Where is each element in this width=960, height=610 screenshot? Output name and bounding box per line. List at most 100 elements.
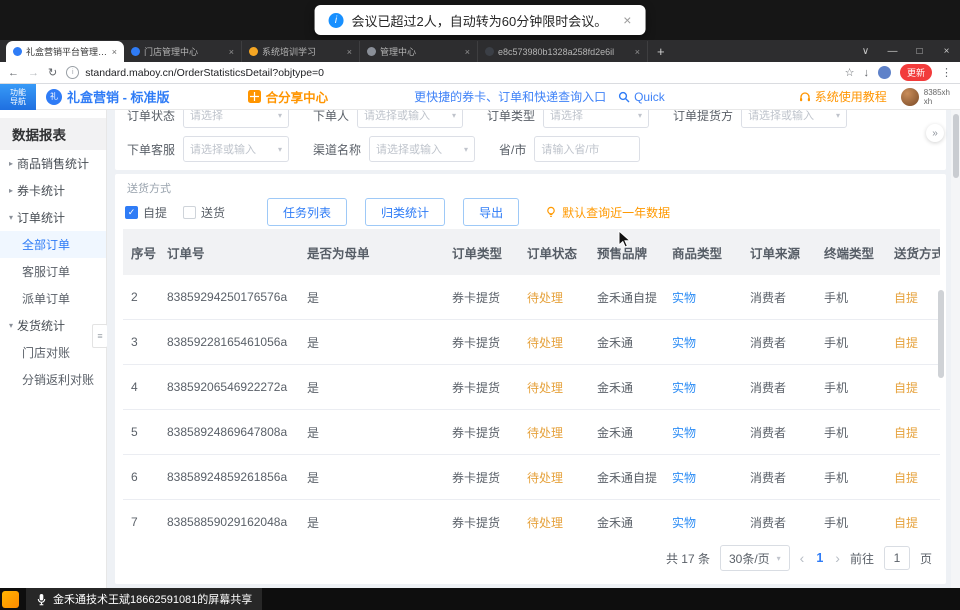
placeholder-text: 请选择或输入 xyxy=(190,141,278,157)
taskbar-app-icon[interactable] xyxy=(2,591,19,608)
user-avatar[interactable] xyxy=(901,88,919,106)
tab-close-icon[interactable]: × xyxy=(635,47,640,57)
browser-tab[interactable]: 系统培训学习× xyxy=(242,41,360,62)
sidebar-item[interactable]: ▾订单统计 xyxy=(0,204,106,231)
function-nav-button[interactable]: 功能 导航 xyxy=(0,84,36,110)
checkbox-unchecked[interactable]: 送货 xyxy=(183,204,225,221)
toolbar-button[interactable]: 任务列表 xyxy=(267,198,347,226)
table-cell: 2 xyxy=(123,275,159,320)
table-cell: 是 xyxy=(299,500,444,534)
table-cell: 4 xyxy=(123,365,159,410)
screen-share-bar: 金禾通技术王斌18662591081的屏幕共享 xyxy=(0,588,960,610)
filter-input[interactable]: 请选择或输入▾ xyxy=(357,110,463,128)
table-cell: 券卡提货 xyxy=(444,320,519,365)
table-cell: 6 xyxy=(123,455,159,500)
table-row: 383859228165461056a是券卡提货待处理金禾通实物消费者手机自提 xyxy=(123,320,940,365)
checkbox-checked[interactable]: ✓自提 xyxy=(125,204,167,221)
browser-tab[interactable]: 管理中心× xyxy=(360,41,478,62)
url-text: standard.maboy.cn/OrderStatisticsDetail?… xyxy=(85,67,324,79)
tab-close-icon[interactable]: × xyxy=(112,47,117,57)
filter-input[interactable]: 请选择或输入▾ xyxy=(183,136,289,162)
sidebar-item[interactable]: 全部订单 xyxy=(0,231,106,258)
table-cell: 自提 xyxy=(886,455,940,500)
toast-close-icon[interactable]: × xyxy=(623,12,631,28)
placeholder-text: 请选择 xyxy=(190,110,278,123)
chevron-down-icon: ▾ xyxy=(638,111,642,120)
table-cell: 消费者 xyxy=(742,365,816,410)
tab-close-icon[interactable]: × xyxy=(347,47,352,57)
filter-input[interactable]: 请选择▾ xyxy=(543,110,649,128)
sidebar-item[interactable]: ▸商品销售统计 xyxy=(0,150,106,177)
sidebar-item[interactable]: ▸券卡统计 xyxy=(0,177,106,204)
tab-search-icon[interactable]: ∨ xyxy=(852,46,879,57)
tab-close-icon[interactable]: × xyxy=(465,47,470,57)
tab-favicon xyxy=(249,47,258,56)
tab-close-icon[interactable]: × xyxy=(229,47,234,57)
filter-input[interactable]: 请选择▾ xyxy=(183,110,289,128)
sidebar-collapse-handle[interactable]: ≡ xyxy=(92,324,108,348)
table-row: 483859206546922272a是券卡提货待处理金禾通实物消费者手机自提 xyxy=(123,365,940,410)
table-cell: 83858924859261856a xyxy=(159,455,299,500)
username-line1: 8385xh xyxy=(924,88,950,97)
reload-icon[interactable]: ↻ xyxy=(48,66,57,79)
browser-tab[interactable]: 礼盒营销平台管理中心× xyxy=(6,41,124,62)
screen-share-pill: 金禾通技术王斌18662591081的屏幕共享 xyxy=(26,588,262,610)
page-size-select[interactable]: 30条/页 ▾ xyxy=(720,545,790,571)
filter-input[interactable]: 请输入省/市 xyxy=(534,136,640,162)
table-row: 583858924869647808a是券卡提货待处理金禾通实物消费者手机自提 xyxy=(123,410,940,455)
toolbar-button[interactable]: 导出 xyxy=(463,198,519,226)
sidebar-item-label: 券卡统计 xyxy=(17,182,65,199)
url-field[interactable]: i standard.maboy.cn/OrderStatisticsDetai… xyxy=(66,66,835,79)
chevron-down-icon: ▾ xyxy=(278,145,282,154)
sidebar-item[interactable]: ▾发货统计 xyxy=(0,312,106,339)
table-scrollbar-thumb[interactable] xyxy=(938,290,944,378)
table-cell: 是 xyxy=(299,365,444,410)
site-info-icon[interactable]: i xyxy=(66,66,79,79)
table-cell: 金禾通 xyxy=(589,410,664,455)
sidebar-item-label: 全部订单 xyxy=(22,236,70,253)
filter-label: 渠道名称 xyxy=(313,141,361,158)
current-page-button[interactable]: 1 xyxy=(814,551,825,565)
page-scrollbar-thumb[interactable] xyxy=(953,114,959,178)
sidebar-section-title: 数据报表 xyxy=(0,118,106,150)
window-maximize-button[interactable]: □ xyxy=(906,46,933,57)
browser-menu-icon[interactable]: ⋮ xyxy=(941,66,952,79)
orders-table: 序号订单号是否为母单订单类型订单状态预售品牌商品类型订单来源终端类型送货方式 2… xyxy=(123,229,940,533)
goto-page-input[interactable]: 1 xyxy=(884,546,910,570)
forward-icon[interactable]: → xyxy=(28,67,39,79)
back-icon[interactable]: ← xyxy=(8,67,19,79)
quick-search[interactable]: Quick xyxy=(618,90,665,104)
window-minimize-button[interactable]: — xyxy=(879,46,906,57)
browser-update-button[interactable]: 更新 xyxy=(900,64,932,81)
new-tab-button[interactable]: + xyxy=(657,44,665,59)
sidebar-item[interactable]: 分销返利对账 xyxy=(0,366,106,393)
page-scrollbar[interactable] xyxy=(951,110,960,588)
filter-input[interactable]: 请选择或输入▾ xyxy=(741,110,847,128)
chevron-down-icon: ▾ xyxy=(278,111,282,120)
tutorial-link[interactable]: 系统使用教程 xyxy=(799,88,887,105)
next-page-button[interactable]: › xyxy=(835,550,840,566)
table-cell: 7 xyxy=(123,500,159,534)
prev-page-button[interactable]: ‹ xyxy=(800,550,805,566)
window-close-button[interactable]: × xyxy=(933,46,960,57)
query-tip-text: 默认查询近一年数据 xyxy=(562,204,670,221)
table-cell: 券卡提货 xyxy=(444,365,519,410)
filter-input[interactable]: 请选择或输入▾ xyxy=(369,136,475,162)
filter-field: 省/市请输入省/市 xyxy=(499,136,640,162)
filter-row-2: 下单客服请选择或输入▾渠道名称请选择或输入▾省/市请输入省/市 xyxy=(127,136,934,162)
bookmark-star-icon[interactable]: ☆ xyxy=(845,66,855,79)
browser-tab[interactable]: e8c573980b1328a258fd2e6il× xyxy=(478,41,648,62)
checkbox-icon xyxy=(183,206,196,219)
chevron-down-icon: ▾ xyxy=(777,554,781,563)
browser-profile-avatar[interactable] xyxy=(878,66,891,79)
sidebar-item[interactable]: 客服订单 xyxy=(0,258,106,285)
sidebar-nav: ▸商品销售统计▸券卡统计▾订单统计全部订单客服订单派单订单▾发货统计门店对账分销… xyxy=(0,150,106,393)
sidebar-item[interactable]: 门店对账 xyxy=(0,339,106,366)
quick-entry-link[interactable]: 更快捷的券卡、订单和快递查询入口 xyxy=(414,88,606,105)
toolbar-button[interactable]: 归类统计 xyxy=(365,198,445,226)
browser-tab[interactable]: 门店管理中心× xyxy=(124,41,242,62)
filter-expand-button[interactable]: » xyxy=(926,124,944,142)
share-center-link[interactable]: 合分享中心 xyxy=(248,87,329,106)
download-icon[interactable]: ↓ xyxy=(863,67,869,79)
sidebar-item[interactable]: 派单订单 xyxy=(0,285,106,312)
